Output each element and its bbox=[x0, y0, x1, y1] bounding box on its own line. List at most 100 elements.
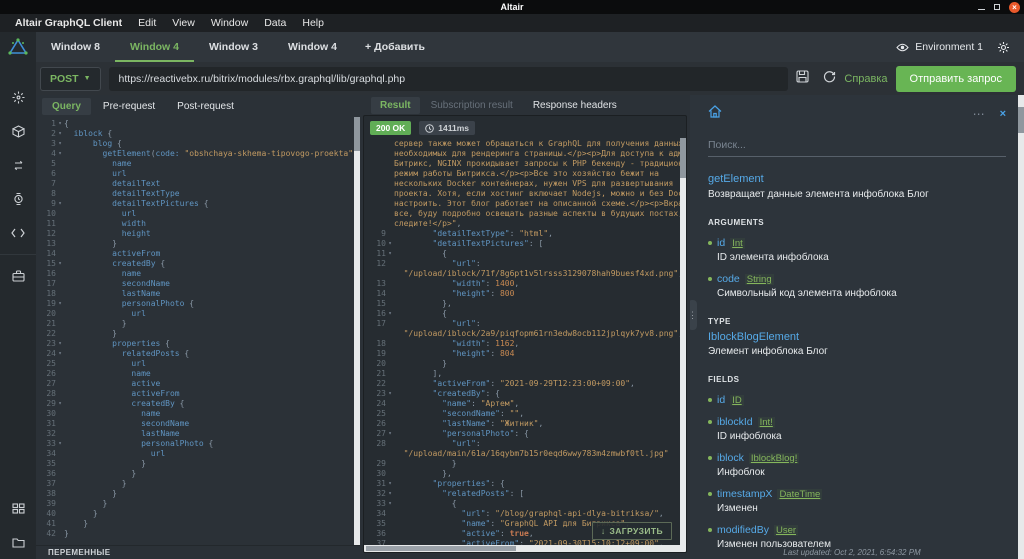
docs-box-icon[interactable] bbox=[0, 114, 36, 148]
docs-element-link[interactable]: getElement bbox=[708, 173, 1006, 185]
field-name-link[interactable]: code bbox=[717, 273, 740, 285]
settings-button[interactable] bbox=[997, 41, 1010, 54]
fold-marker-icon[interactable]: ▾ bbox=[56, 349, 64, 359]
docs-scrollbar[interactable] bbox=[1018, 95, 1024, 559]
fold-marker-icon[interactable]: ▾ bbox=[56, 299, 64, 309]
tab-subscription-result[interactable]: Subscription result bbox=[422, 97, 522, 114]
docs-close-icon[interactable]: × bbox=[1000, 108, 1006, 120]
query-code-text: properties { bbox=[64, 339, 360, 349]
send-request-button[interactable]: Отправить запрос bbox=[895, 65, 1016, 92]
menu-item-data[interactable]: Data bbox=[257, 17, 293, 29]
fold-marker-icon[interactable]: ▾ bbox=[386, 309, 394, 319]
code-icon[interactable] bbox=[0, 216, 36, 250]
window-tab-4[interactable]: Window 4 bbox=[273, 32, 352, 62]
token: { bbox=[394, 249, 447, 258]
tab-post-request[interactable]: Post-request bbox=[167, 98, 244, 115]
field-name-link[interactable]: iblockId bbox=[717, 416, 753, 428]
tab-response-headers[interactable]: Response headers bbox=[524, 97, 626, 114]
fold-marker-icon[interactable]: ▾ bbox=[386, 389, 394, 399]
token: : bbox=[490, 519, 500, 528]
history-repeat-icon[interactable] bbox=[0, 148, 36, 182]
refresh-button[interactable] bbox=[823, 70, 836, 88]
menu-item-altair-graphql-client[interactable]: Altair GraphQL Client bbox=[8, 17, 129, 29]
line-number: 6 bbox=[51, 169, 56, 178]
docs-search-input[interactable] bbox=[708, 135, 1006, 157]
fold-marker-icon[interactable]: ▾ bbox=[386, 479, 394, 489]
fold-marker-icon[interactable]: ▾ bbox=[386, 429, 394, 439]
field-type-link[interactable]: Int! bbox=[757, 416, 775, 428]
line-number: 11 bbox=[376, 249, 386, 258]
field-type-link[interactable]: DateTime bbox=[777, 488, 823, 500]
save-button[interactable] bbox=[796, 69, 809, 88]
fold-marker-icon[interactable]: ▾ bbox=[56, 119, 64, 129]
field-type-link[interactable]: User bbox=[773, 524, 799, 536]
fold-marker-icon[interactable]: ▾ bbox=[56, 339, 64, 349]
fold-marker-icon[interactable]: ▾ bbox=[56, 199, 64, 209]
url-input[interactable] bbox=[108, 66, 789, 91]
download-button[interactable]: ↓ ЗАГРУЗИТЬ bbox=[591, 522, 672, 540]
field-name-link[interactable]: timestampX bbox=[717, 488, 772, 500]
query-editor[interactable]: 1 ▾{2 ▾ iblock {3 ▾ blog {4 ▾ getElement(cod… bbox=[36, 117, 360, 545]
briefcase-icon[interactable] bbox=[0, 259, 36, 293]
fold-marker-icon[interactable]: ▾ bbox=[386, 489, 394, 499]
tab-result[interactable]: Result bbox=[371, 96, 420, 114]
menu-item-window[interactable]: Window bbox=[204, 17, 255, 29]
docs-home-button[interactable] bbox=[708, 105, 722, 123]
add-window-tab[interactable]: + Добавить bbox=[352, 32, 438, 62]
fold-marker-icon[interactable]: ▾ bbox=[56, 139, 64, 149]
menu-item-help[interactable]: Help bbox=[295, 17, 331, 29]
result-scrollbar[interactable] bbox=[680, 138, 686, 545]
token: 1162 bbox=[495, 339, 515, 348]
close-window-icon[interactable]: × bbox=[1009, 1, 1020, 13]
window-tab-2[interactable]: Window 4 bbox=[115, 32, 194, 62]
method-select[interactable]: POST ▼ bbox=[40, 66, 101, 91]
restore-icon[interactable] bbox=[994, 4, 1000, 10]
field-name-link[interactable]: id bbox=[717, 237, 725, 249]
result-code-line: нескольких Docker контейнерах, нужен VPS… bbox=[364, 179, 686, 189]
query-code-line: 17 secondName bbox=[36, 279, 360, 289]
result-scrollbar-thumb[interactable] bbox=[680, 138, 686, 178]
field-type-link[interactable]: IblockBlog! bbox=[748, 452, 800, 464]
field-name-link[interactable]: id bbox=[717, 394, 725, 406]
flare-icon[interactable] bbox=[0, 80, 36, 114]
fold-marker-icon[interactable]: ▾ bbox=[56, 399, 64, 409]
help-link[interactable]: Справка bbox=[844, 73, 887, 85]
field-name-link[interactable]: modifiedBy bbox=[717, 524, 769, 536]
minimize-icon[interactable] bbox=[978, 8, 985, 10]
window-tab-1[interactable]: Window 8 bbox=[36, 32, 115, 62]
query-code-line: 19 ▾ personalPhoto { bbox=[36, 299, 360, 309]
menu-item-view[interactable]: View bbox=[165, 17, 202, 29]
variables-section[interactable]: ПЕРЕМЕННЫЕ bbox=[36, 545, 360, 559]
result-hscrollbar-thumb[interactable] bbox=[366, 546, 516, 551]
clock-icon bbox=[425, 123, 435, 133]
docs-resize-handle[interactable]: ⋮ bbox=[690, 300, 697, 330]
query-scrollbar[interactable] bbox=[354, 117, 360, 545]
grid-icon[interactable] bbox=[0, 491, 36, 525]
watch-icon[interactable] bbox=[0, 182, 36, 216]
field-type-link[interactable]: String bbox=[744, 273, 774, 285]
line-number: 19 bbox=[46, 299, 56, 308]
fold-marker-icon[interactable]: ▾ bbox=[56, 149, 64, 159]
result-hscrollbar[interactable] bbox=[364, 545, 686, 552]
fold-marker-icon[interactable]: ▾ bbox=[56, 439, 64, 449]
more-options-icon[interactable]: ⋯ bbox=[973, 107, 986, 121]
window-tab-3[interactable]: Window 3 bbox=[194, 32, 273, 62]
fold-marker-icon[interactable]: ▾ bbox=[386, 499, 394, 509]
tab-pre-request[interactable]: Pre-request bbox=[93, 98, 165, 115]
environment-button[interactable]: Environment 1 bbox=[896, 41, 983, 53]
folder-icon[interactable] bbox=[0, 525, 36, 559]
field-type-link[interactable]: ID bbox=[730, 394, 744, 406]
fold-marker-icon[interactable]: ▾ bbox=[386, 249, 394, 259]
menu-item-edit[interactable]: Edit bbox=[131, 17, 163, 29]
docs-type-link[interactable]: IblockBlogElement bbox=[708, 331, 1006, 343]
result-code-line: 20 } bbox=[364, 359, 686, 369]
fold-marker-icon[interactable]: ▾ bbox=[56, 259, 64, 269]
token: 1400 bbox=[495, 279, 515, 288]
fold-marker-icon[interactable]: ▾ bbox=[56, 129, 64, 139]
tab-query[interactable]: Query bbox=[42, 97, 91, 115]
query-scrollbar-thumb[interactable] bbox=[354, 117, 360, 151]
docs-scrollbar-thumb[interactable] bbox=[1018, 107, 1024, 133]
fold-marker-icon[interactable]: ▾ bbox=[386, 239, 394, 249]
field-name-link[interactable]: iblock bbox=[717, 452, 744, 464]
field-type-link[interactable]: Int bbox=[730, 237, 745, 249]
